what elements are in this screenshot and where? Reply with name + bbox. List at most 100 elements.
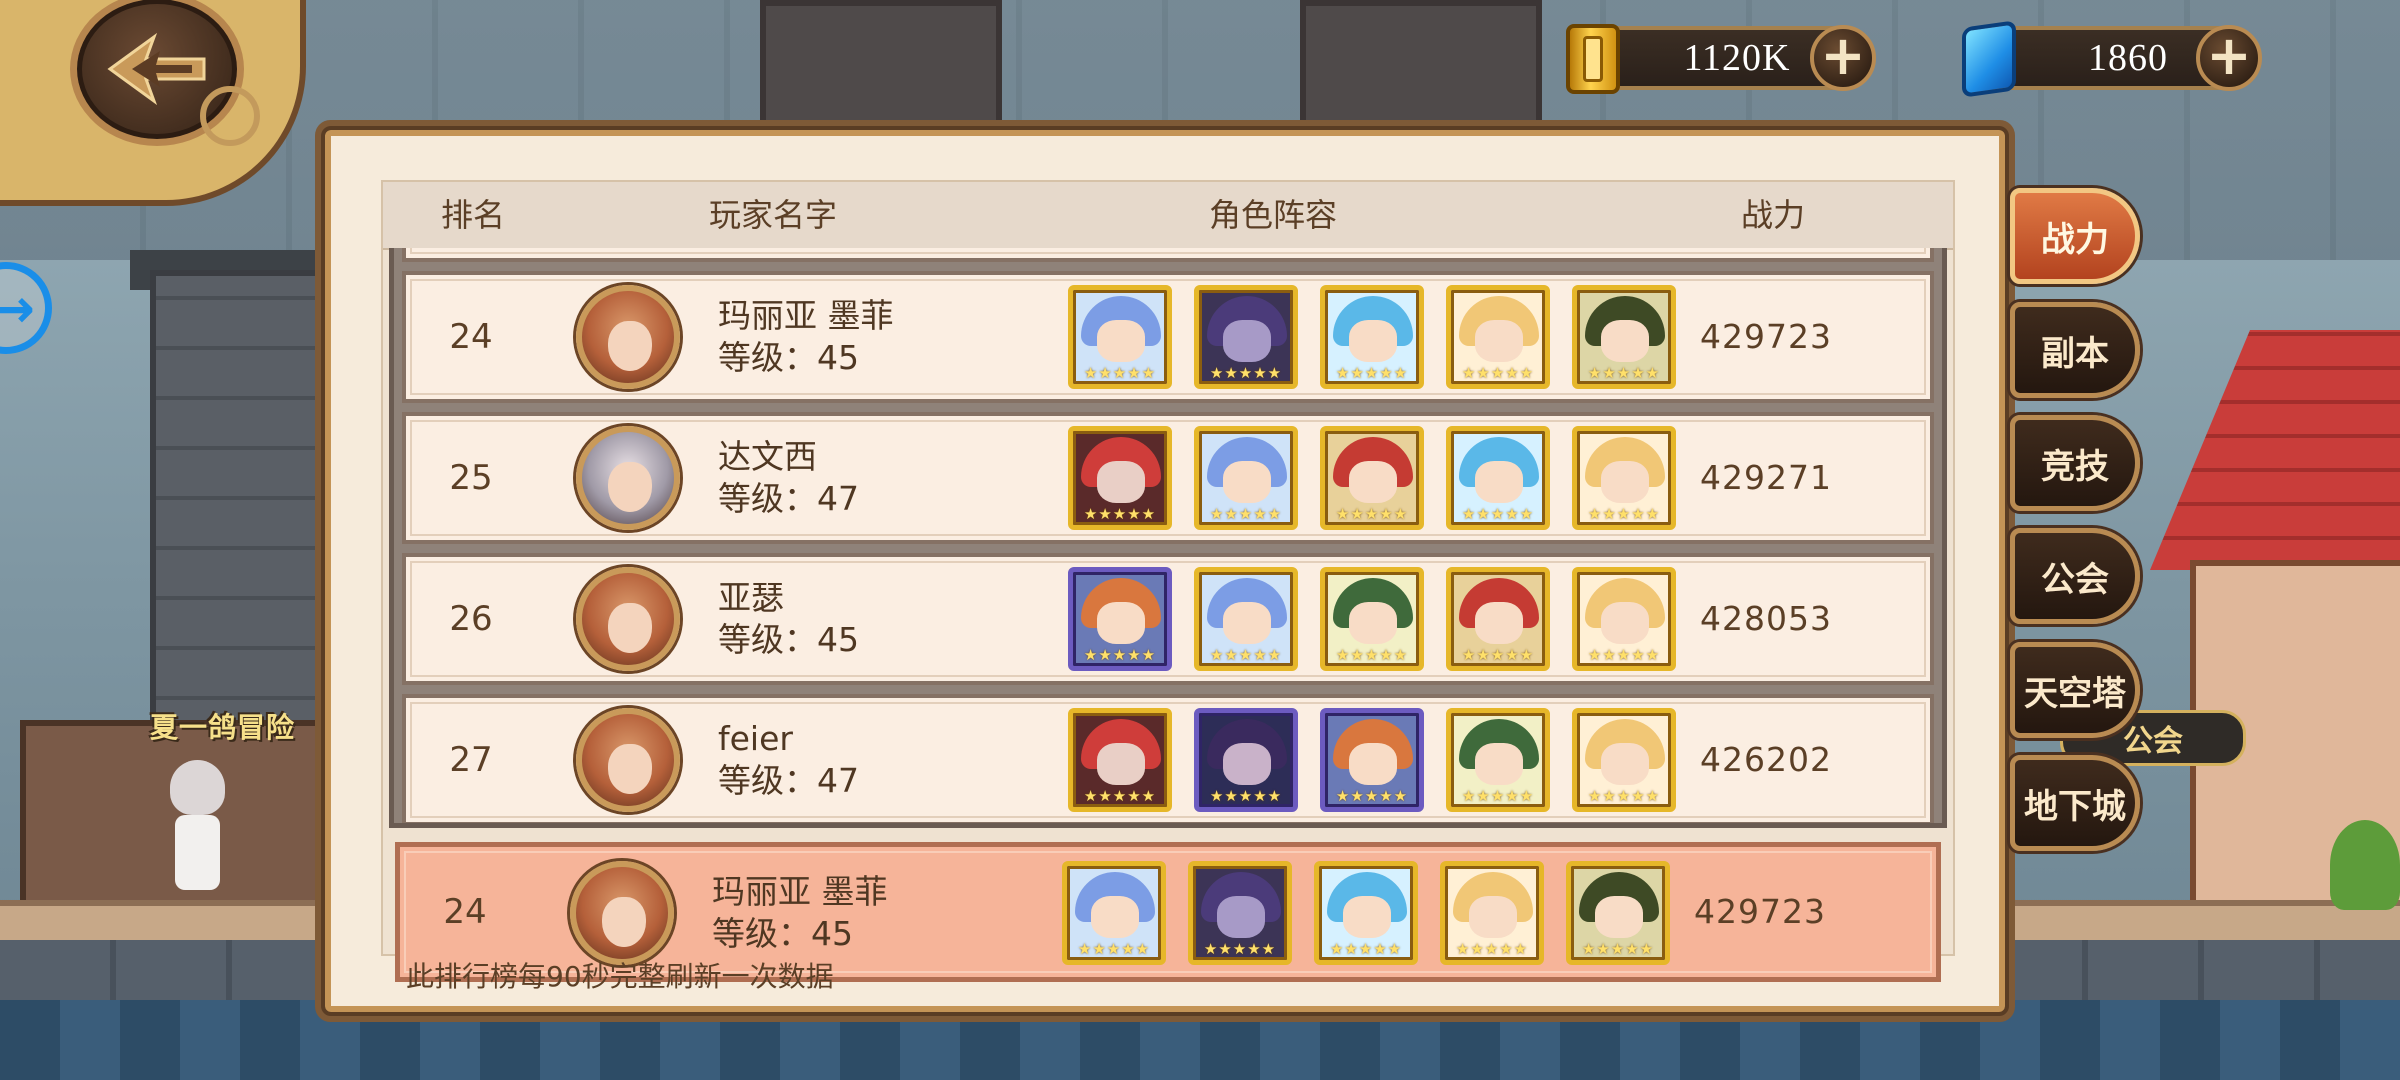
player-name: 玛丽亚 墨菲 [718, 296, 894, 335]
star-rating-icon: ★★★★★ [1203, 940, 1277, 958]
add-gem-button[interactable]: + [2196, 25, 2262, 91]
hero-portrait[interactable]: ★★★★★ [1446, 285, 1550, 389]
star-rating-icon: ★★★★★ [1329, 940, 1403, 958]
star-rating-icon: ★★★★★ [1209, 364, 1283, 382]
hero-portrait[interactable]: ★★★★★ [1440, 861, 1544, 965]
hero-portrait[interactable]: ★★★★★ [1068, 426, 1172, 530]
player-name-cell: 亚瑟 等级：45 [718, 577, 1018, 661]
header-rank: 排名 [440, 196, 505, 234]
table-row[interactable]: 26 亚瑟 等级：45 ★★★★★ ★★★★★ ★★★★★ ★★★★★ ★★★★★ 42… [402, 553, 1934, 685]
self-name-cell: 玛丽亚 墨菲 等级：45 [712, 871, 1012, 955]
hero-portrait[interactable]: ★★★★★ [1068, 285, 1172, 389]
table-row[interactable]: 25 达文西 等级：47 ★★★★★ ★★★★★ ★★★★★ ★★★★★ ★★★★★ 4… [402, 412, 1934, 544]
star-rating-icon: ★★★★★ [1335, 787, 1409, 805]
hero-portrait[interactable]: ★★★★★ [1194, 426, 1298, 530]
hero-portrait[interactable]: ★★★★★ [1320, 567, 1424, 671]
ranking-list[interactable]: 24 玛丽亚 墨菲 等级：45 ★★★★★ ★★★★★ ★★★★★ ★★★★★ ★★★★… [389, 248, 1947, 828]
gold-bar-icon [1566, 24, 1620, 94]
tab-sky-tower[interactable]: 天空塔 [2010, 642, 2140, 738]
row-power: 429271 [1700, 458, 1832, 497]
star-rating-icon: ★★★★★ [1455, 940, 1529, 958]
self-avatar[interactable] [570, 861, 674, 965]
hero-portrait[interactable]: ★★★★★ [1446, 567, 1550, 671]
hero-portrait[interactable]: ★★★★★ [1194, 285, 1298, 389]
player-avatar[interactable] [576, 708, 680, 812]
tab-power[interactable]: 战力 [2010, 188, 2140, 284]
star-rating-icon: ★★★★★ [1209, 646, 1283, 664]
self-hero-team: ★★★★★ ★★★★★ ★★★★★ ★★★★★ ★★★★★ [1062, 861, 1670, 965]
player-name-cell: 达文西 等级：47 [718, 436, 1018, 520]
self-power: 429723 [1694, 892, 1826, 931]
hero-portrait[interactable]: ★★★★★ [1188, 861, 1292, 965]
star-rating-icon: ★★★★★ [1335, 646, 1409, 664]
tab-dungeon-copy[interactable]: 副本 [2010, 302, 2140, 398]
water [0, 1000, 2400, 1080]
hero-portrait[interactable]: ★★★★★ [1194, 567, 1298, 671]
hero-portrait[interactable]: ★★★★★ [1068, 567, 1172, 671]
star-rating-icon: ★★★★★ [1209, 787, 1283, 805]
player-name: 亚瑟 [718, 578, 784, 617]
hero-team: ★★★★★ ★★★★★ ★★★★★ ★★★★★ ★★★★★ [1068, 285, 1676, 389]
npc-character[interactable] [160, 760, 230, 900]
star-rating-icon: ★★★★★ [1461, 646, 1535, 664]
header-power: 战力 [1740, 196, 1805, 234]
hero-portrait[interactable]: ★★★★★ [1068, 708, 1172, 812]
tab-underground-city[interactable]: 地下城 [2010, 755, 2140, 851]
player-name-cell: feier 等级：47 [718, 718, 1018, 802]
leaderboard-panel: 排名 玩家名字 角色阵容 战力 24 玛丽亚 墨菲 等级：45 ★★★★★ ★★★… [321, 126, 2009, 1016]
table-row [402, 248, 1934, 262]
hero-portrait[interactable]: ★★★★★ [1194, 708, 1298, 812]
star-rating-icon: ★★★★★ [1083, 364, 1157, 382]
table-row[interactable]: 24 玛丽亚 墨菲 等级：45 ★★★★★ ★★★★★ ★★★★★ ★★★★★ ★★★★… [402, 271, 1934, 403]
row-power: 429723 [1700, 317, 1832, 356]
star-rating-icon: ★★★★★ [1077, 940, 1151, 958]
table-header: 排名 玩家名字 角色阵容 战力 [383, 182, 1953, 250]
player-name: 达文西 [718, 437, 817, 476]
header-team: 角色阵容 [1208, 196, 1337, 234]
star-rating-icon: ★★★★★ [1335, 364, 1409, 382]
back-arrow-icon [107, 32, 206, 106]
star-rating-icon: ★★★★★ [1461, 364, 1535, 382]
row-rank: 27 [449, 740, 493, 780]
hero-team: ★★★★★ ★★★★★ ★★★★★ ★★★★★ ★★★★★ [1068, 567, 1676, 671]
plant [2330, 820, 2400, 910]
player-level: 等级：45 [718, 338, 859, 377]
hero-portrait[interactable]: ★★★★★ [1314, 861, 1418, 965]
hero-portrait[interactable]: ★★★★★ [1320, 708, 1424, 812]
header-player-name: 玩家名字 [708, 196, 837, 234]
player-avatar[interactable] [576, 426, 680, 530]
npc-body [175, 815, 220, 890]
hero-portrait[interactable]: ★★★★★ [1320, 426, 1424, 530]
self-level: 等级：45 [712, 914, 853, 953]
blue-gem-icon [1962, 20, 2016, 98]
hero-team: ★★★★★ ★★★★★ ★★★★★ ★★★★★ ★★★★★ [1068, 426, 1676, 530]
star-rating-icon: ★★★★★ [1083, 646, 1157, 664]
hero-portrait[interactable]: ★★★★★ [1320, 285, 1424, 389]
star-rating-icon: ★★★★★ [1461, 787, 1535, 805]
tab-guild[interactable]: 公会 [2010, 528, 2140, 624]
row-power: 426202 [1700, 740, 1832, 779]
table-row[interactable]: 27 feier 等级：47 ★★★★★ ★★★★★ ★★★★★ ★★★★★ ★★★★★… [402, 694, 1934, 823]
hero-portrait[interactable]: ★★★★★ [1062, 861, 1166, 965]
gem-currency: 1860 + [1962, 20, 2262, 98]
npc-label: 夏一鸽冒险 [150, 711, 296, 744]
self-name: 玛丽亚 墨菲 [712, 872, 888, 911]
row-power: 428053 [1700, 599, 1832, 638]
tab-arena[interactable]: 竞技 [2010, 415, 2140, 511]
npc-head [170, 760, 225, 815]
hero-team: ★★★★★ ★★★★★ ★★★★★ ★★★★★ ★★★★★ [1068, 708, 1676, 812]
hero-portrait[interactable]: ★★★★★ [1446, 708, 1550, 812]
player-level: 等级：45 [718, 620, 859, 659]
add-gold-button[interactable]: + [1810, 25, 1876, 91]
star-rating-icon: ★★★★★ [1461, 505, 1535, 523]
player-level: 等级：47 [718, 761, 859, 800]
refresh-note: 此排行榜每90秒完整刷新一次数据 [406, 960, 834, 993]
hero-portrait[interactable]: ★★★★★ [1446, 426, 1550, 530]
player-name-cell: 玛丽亚 墨菲 等级：45 [718, 295, 1018, 379]
gold-currency: 1120K + [1566, 24, 1876, 94]
back-button-ring [200, 86, 260, 146]
player-avatar[interactable] [576, 567, 680, 671]
star-rating-icon: ★★★★★ [1335, 505, 1409, 523]
player-avatar[interactable] [576, 285, 680, 389]
row-rank: 26 [449, 599, 493, 639]
